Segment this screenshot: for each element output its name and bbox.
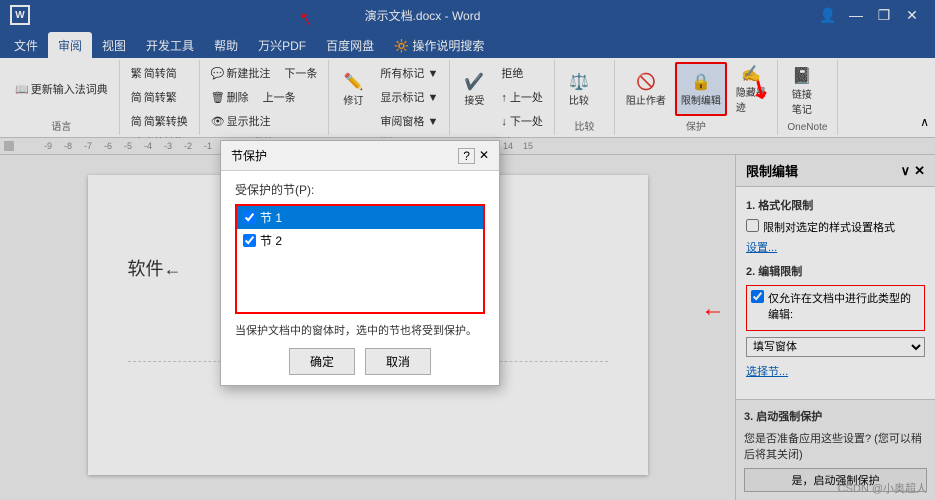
section-list-item-2[interactable]: 节 2 [237,229,483,252]
dialog-buttons: 确定 取消 [235,348,485,375]
dialog-ok-btn[interactable]: 确定 [289,348,355,375]
section2-checkbox[interactable] [243,234,256,247]
dialog-title: 节保护 [231,147,267,164]
dialog-close-btn[interactable]: ✕ [479,148,489,164]
dialog-controls: ? ✕ [458,148,489,164]
dialog-cancel-btn[interactable]: 取消 [365,348,431,375]
dialog-title-bar: 节保护 ? ✕ [221,141,499,171]
section1-checkbox[interactable] [243,211,256,224]
section-list-box[interactable]: 节 1 节 2 [235,204,485,314]
modal-overlay: 节保护 ? ✕ 受保护的节(P): 节 1 节 2 当保护文档中的窗体时，选中的… [0,0,935,500]
section-list-label: 受保护的节(P): [235,181,485,198]
dialog-hint: 当保护文档中的窗体时，选中的节也将受到保护。 [235,322,485,338]
section-list-item-1[interactable]: 节 1 [237,206,483,229]
section-protection-dialog: 节保护 ? ✕ 受保护的节(P): 节 1 节 2 当保护文档中的窗体时，选中的… [220,140,500,386]
dialog-body: 受保护的节(P): 节 1 节 2 当保护文档中的窗体时，选中的节也将受到保护。… [221,171,499,385]
dialog-help-btn[interactable]: ? [458,148,475,164]
section1-label: 节 1 [260,209,282,226]
section2-label: 节 2 [260,232,282,249]
